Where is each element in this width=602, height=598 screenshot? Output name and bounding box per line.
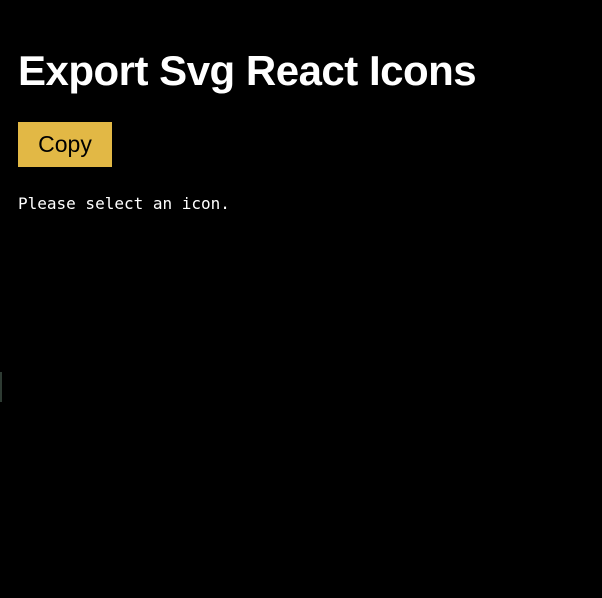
app-root: Export Svg React Icons Copy Please selec… [0, 0, 602, 598]
status-message: Please select an icon. [18, 194, 230, 213]
page-title: Export Svg React Icons [18, 47, 477, 94]
copy-button[interactable]: Copy [18, 122, 112, 167]
window-edge-marker [0, 372, 2, 402]
